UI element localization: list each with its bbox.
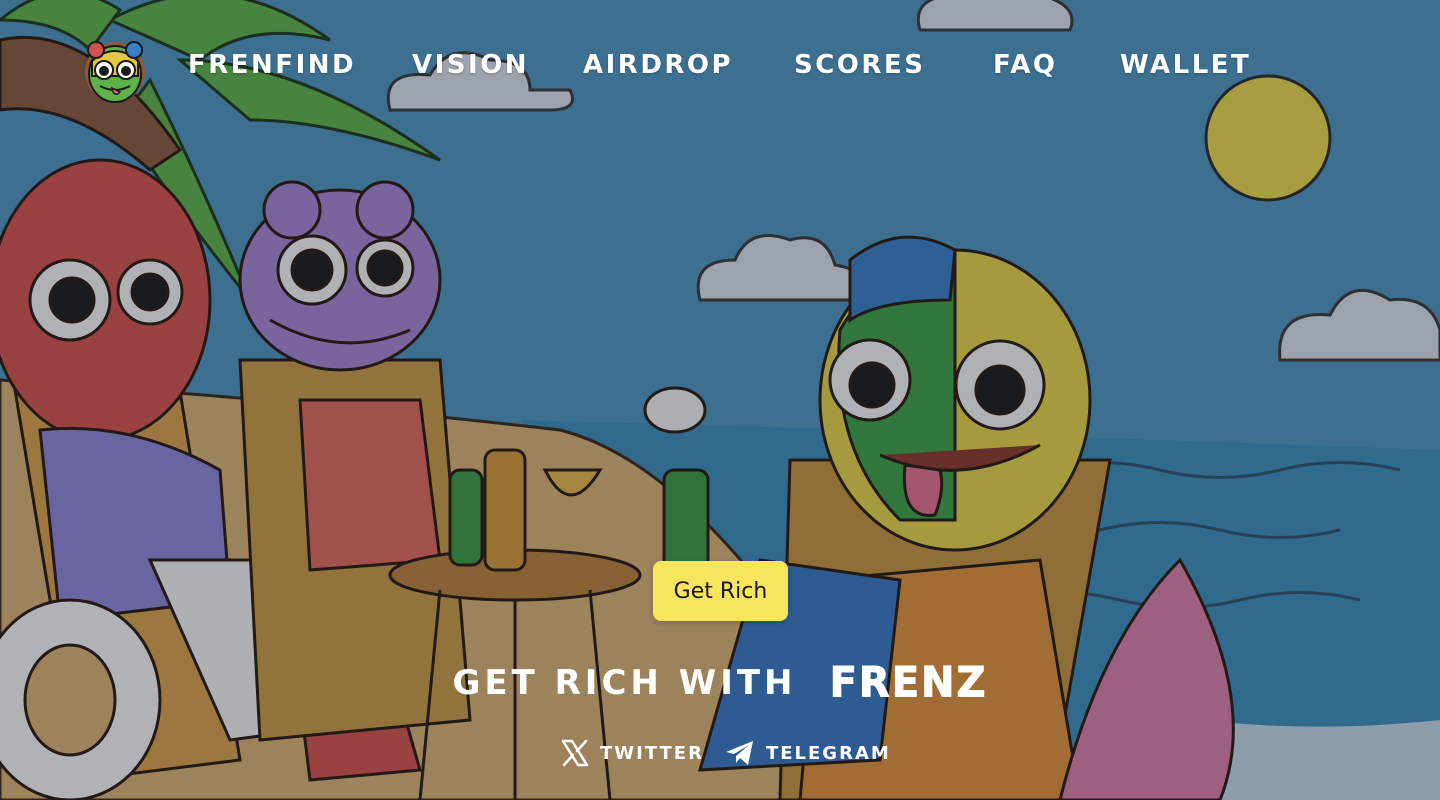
nav-item-scores[interactable]: SCORES [794,50,925,80]
frenz-logo[interactable] [82,36,148,106]
hero-headline: GET RICH WITH FRENZ [0,658,1440,708]
telegram-label: TELEGRAM [765,742,891,764]
social-links: TWITTER TELEGRAM [560,738,891,768]
x-logo-icon [561,739,589,767]
nav-item-airdrop[interactable]: AIRDROP [583,50,733,80]
headline-brand: FRENZ [829,658,988,708]
twitter-label: TWITTER [600,742,704,764]
nav-item-wallet[interactable]: WALLET [1120,50,1251,80]
nav-item-frenfind[interactable]: FRENFIND [188,50,356,80]
telegram-link[interactable]: TELEGRAM [724,738,891,768]
twitter-link[interactable]: TWITTER [560,738,704,768]
nav-item-vision[interactable]: VISION [412,50,529,80]
get-rich-button[interactable]: Get Rich [653,561,788,621]
top-navigation: FRENFIND VISION AIRDROP SCORES FAQ WALLE… [0,0,1440,130]
nav-item-faq[interactable]: FAQ [993,50,1058,80]
headline-lead: GET RICH WITH [452,663,797,703]
telegram-icon [725,741,753,765]
frog-mascot-logo-icon [85,41,145,103]
